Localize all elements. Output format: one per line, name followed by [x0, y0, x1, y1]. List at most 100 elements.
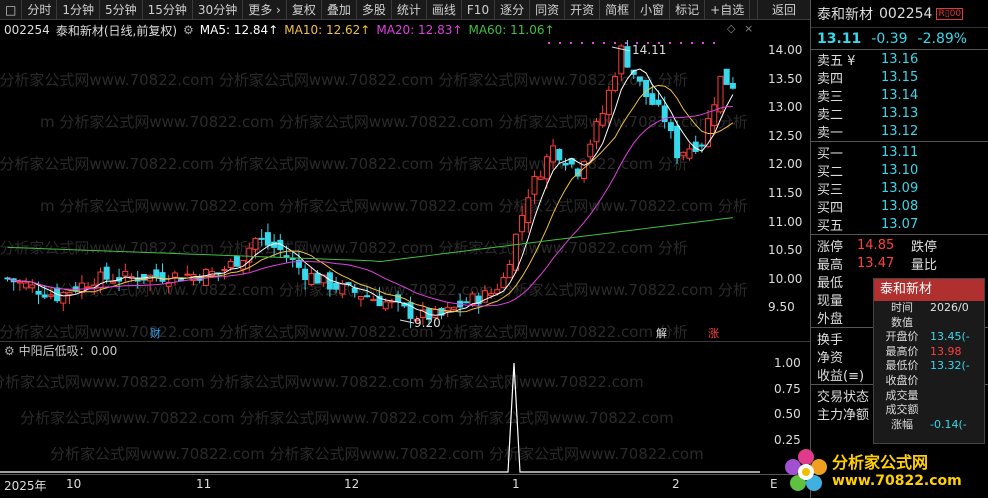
price-tick: 9.50	[768, 300, 795, 315]
date-jan: 1	[512, 477, 520, 491]
bid-label: 买四	[817, 200, 844, 216]
ask-row: 卖五 ¥ 13.16	[811, 50, 988, 69]
watermark-title: 分析家公式网	[832, 453, 929, 472]
bid-row: 买三 13.09	[811, 179, 988, 198]
trade-state-label: 交易状态	[817, 389, 870, 405]
ask-price: 13.13	[881, 105, 919, 121]
toolbar-item-6[interactable]: 更多 ›	[243, 0, 287, 20]
limit-up-value: 14.85	[857, 237, 895, 253]
candlestick-chart[interactable]: m 分析家公式网www.70822.com 分析家公式网www.70822.co…	[0, 40, 760, 340]
toolbar-item-17[interactable]: 小窗	[635, 0, 671, 20]
candle	[240, 259, 247, 276]
signal-dot	[614, 42, 616, 44]
indicator-settings-icon[interactable]: ⚙	[4, 344, 15, 358]
indicator-label: 中阳后低吸：0.00	[18, 344, 118, 358]
background-watermark: m 分析家公式网www.70822.com 分析家公式网www.70822.co…	[40, 197, 748, 215]
candle	[23, 277, 30, 291]
bid-price: 13.07	[881, 216, 919, 232]
ask-price: 13.15	[881, 69, 919, 85]
toolbar: □ 分时 1分钟 5分钟 15分钟 30分钟 更多 › 复权 叠加 多股 统计 画线 F10 逐分 同资 开资…	[0, 0, 810, 20]
popup-row: 开盘价 13.45(-	[885, 330, 970, 344]
candle	[581, 160, 588, 183]
toolbar-item-8[interactable]: 叠加	[322, 0, 357, 20]
candle	[29, 279, 36, 293]
price-tick: 12.00	[768, 157, 803, 172]
toolbar-item-0[interactable]: □	[0, 0, 23, 20]
candle	[599, 105, 606, 128]
limit-up-label: 涨停	[817, 239, 844, 255]
outer-label: 外盘	[817, 311, 844, 327]
volume-ratio-label: 量比	[911, 257, 938, 273]
toolbar-item-11[interactable]: 画线	[427, 0, 462, 20]
close-chart-icon[interactable]: ×	[744, 22, 753, 35]
ask-label: 卖三	[817, 89, 844, 105]
signal-dot	[691, 42, 693, 44]
popup-row: 最高价 13.98	[885, 344, 962, 358]
return-button[interactable]: 返回	[756, 0, 810, 20]
main-flow-label: 主力净额	[817, 407, 870, 423]
ask-label: 卖四	[817, 71, 844, 87]
info-popup: 泰和新材 时间 2026/0 数值 开盘价 13.45(- 最高价 13.98 最低价 13.3…	[873, 278, 985, 444]
toolbar-item-4[interactable]: 15分钟	[143, 0, 193, 20]
candle	[109, 273, 116, 285]
indicator-header: ⚙ 中阳后低吸：0.00	[0, 341, 810, 359]
bid-label: 买二	[817, 164, 844, 180]
candle	[233, 255, 240, 267]
toolbar-item-13[interactable]: 逐分	[495, 0, 531, 20]
indicator-tick: 1.00	[774, 356, 801, 370]
signal-dot	[548, 42, 550, 44]
toolbar-item-10[interactable]: 统计	[392, 0, 427, 20]
popup-row: 收盘价	[885, 373, 919, 387]
toolbar-item-15[interactable]: 开资	[565, 0, 601, 20]
high-label: 最高	[817, 257, 844, 273]
price-tick: 13.50	[768, 71, 803, 86]
toolbar-item-18[interactable]: 标记	[670, 0, 706, 20]
toolbar-item-19[interactable]: +自选	[705, 0, 751, 20]
ask-label: 卖五 ¥	[817, 53, 856, 69]
bid-label: 买一	[817, 146, 844, 162]
candle	[60, 290, 67, 312]
toolbar-item-7[interactable]: 复权	[287, 0, 322, 20]
popup-row: 最低价 13.32(-	[885, 359, 970, 373]
ask-row: 卖二 13.13	[811, 104, 988, 123]
signal-dot	[625, 42, 627, 44]
indicator-chart[interactable]: 分析家公式网www.70822.com 分析家公式网www.70822.com …	[0, 359, 760, 474]
candle	[506, 259, 513, 279]
watermark-url: www.70822.com	[832, 473, 962, 489]
ask-row: 卖一 13.12	[811, 122, 988, 141]
toolbar-item-1[interactable]: 分时	[22, 0, 58, 20]
toolbar-item-16[interactable]: 简框	[600, 0, 636, 20]
popup-row: 成交额	[885, 403, 919, 417]
toolbar-item-14[interactable]: 同资	[530, 0, 566, 20]
candle	[729, 77, 736, 90]
candle	[723, 68, 730, 85]
diamond-icon[interactable]: ◇	[727, 22, 735, 35]
toolbar-item-12[interactable]: F10	[462, 0, 496, 20]
ask-price: 13.12	[881, 123, 919, 139]
ask-list: 卖五 ¥ 13.16 卖四 13.15 卖三 13.14 卖二 13.13 卖一 13.12	[811, 50, 988, 141]
price-tick: 10.50	[768, 243, 803, 258]
toolbar-item-5[interactable]: 30分钟	[193, 0, 244, 20]
toolbar-item-2[interactable]: 1分钟	[57, 0, 100, 20]
eps-label: 收益(≡)	[817, 368, 865, 384]
stock-code: 002254	[4, 23, 50, 37]
ask-price: 13.16	[881, 51, 919, 67]
price-tick: 12.50	[768, 128, 803, 143]
settings-icon[interactable]: ⚙	[183, 23, 194, 37]
low-annotation: 9.20	[414, 316, 441, 330]
candle	[444, 302, 451, 318]
ask-row: 卖三 13.14	[811, 86, 988, 105]
date-oct: 10	[66, 477, 82, 491]
toolbar-item-9[interactable]: 多股	[357, 0, 392, 20]
svg-text:分析家公式网www.70822.com 分析家公式网www.: 分析家公式网www.70822.com 分析家公式网www.70822.com …	[20, 409, 674, 427]
candle	[686, 143, 693, 161]
price-tick: 14.00	[768, 43, 803, 57]
flower-logo-icon	[785, 449, 827, 491]
popup-row: 数值	[891, 315, 913, 329]
price-tick: 11.50	[768, 186, 803, 200]
background-watermark: m 分析家公式网www.70822.com 分析家公式网www.70822.co…	[40, 281, 748, 299]
watermark-logo: 分析家公式网 www.70822.com	[780, 444, 988, 498]
toolbar-item-3[interactable]: 5分钟	[100, 0, 143, 20]
bid-row: 买五 13.07	[811, 215, 988, 234]
net-asset-label: 净资	[817, 350, 844, 366]
